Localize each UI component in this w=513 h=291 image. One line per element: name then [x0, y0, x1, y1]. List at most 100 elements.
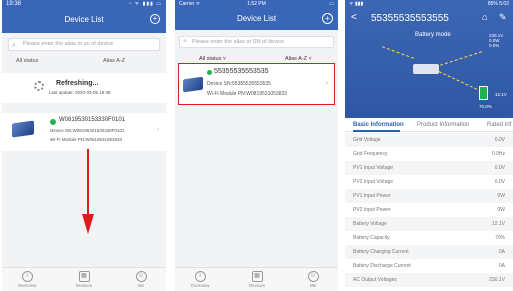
status-filter-dropdown[interactable]: All status ˅	[199, 56, 226, 62]
status-icons: ◔ ᯤ ▮▮▮ ▭	[128, 1, 162, 7]
back-icon[interactable]: <	[351, 12, 357, 23]
info-row: Grid Frequency 0.0Hz	[345, 147, 513, 161]
status-time: 19:38	[6, 1, 22, 7]
inverter-image	[12, 120, 34, 138]
info-label: Battery Charging Current	[353, 249, 409, 255]
tab-devices[interactable]: ▦ Devices	[69, 271, 99, 288]
tab-basic-information[interactable]: Basic Information	[353, 122, 404, 128]
phone-device-detail: ᯤ ▮▮▮ 85% 5:02 < 55355535553555 ⌂ ✎ Batt…	[345, 0, 513, 291]
sort-dropdown[interactable]: Alias A-Z	[103, 58, 125, 64]
tab-overview[interactable]: i Overview	[12, 271, 42, 288]
info-label: PV1 Input Voltage	[353, 165, 394, 171]
search-icon: ⌕	[183, 38, 187, 45]
info-value: 0W	[497, 207, 506, 213]
info-row: Battery Charging Current 0A	[345, 245, 513, 259]
info-value: 0.0V	[494, 137, 505, 143]
search-placeholder: Please enter the alias or SN of device	[192, 39, 285, 45]
status-time: 1:52 PM	[247, 1, 266, 7]
chevron-right-icon: ›	[325, 78, 328, 87]
info-row: PV1 Input Voltage 0.0V	[345, 161, 513, 175]
info-row: PV1 Input Power 0W	[345, 189, 513, 203]
search-icon: ⌕	[12, 42, 16, 49]
info-label: Grid Voltage	[353, 137, 381, 143]
device-pn: Wi-Fi Module PN:W0819531053833	[50, 137, 123, 142]
user-icon: ☺	[307, 271, 319, 282]
add-device-icon[interactable]: +	[150, 14, 160, 24]
inverter-image	[183, 76, 203, 93]
info-tabs: Basic Information Product Information Ra…	[345, 118, 513, 132]
devices-icon: ▦	[78, 271, 90, 282]
info-label: PV2 Input Voltage	[353, 179, 394, 185]
online-status-dot	[50, 119, 56, 125]
bottom-tab-bar: i Overview ▦ Devices ☺ Me	[2, 267, 166, 291]
add-device-icon[interactable]: +	[322, 13, 333, 24]
online-status-dot	[207, 70, 212, 75]
device-list-item-highlighted[interactable]: 55355535553535 Device SN:55355535553535 …	[178, 63, 335, 105]
tab-rated-information[interactable]: Rated Inf	[487, 122, 511, 128]
info-label: AC Output Voltages	[353, 277, 397, 283]
device-sn: Device SN:55355535553535	[207, 81, 271, 87]
info-row: Grid Voltage 0.0V	[345, 133, 513, 147]
overview-icon: i	[194, 271, 206, 282]
sort-dropdown[interactable]: Alias A-Z ˅	[285, 56, 312, 62]
pull-down-arrow-line	[87, 149, 89, 215]
info-row: AC Output Voltages 230.1V	[345, 273, 513, 287]
info-value: 70%	[494, 235, 505, 241]
info-label: PV1 Input Power	[353, 193, 391, 199]
last-update-text: Last update: 2020-03-05 19:38	[49, 90, 111, 95]
info-value: 0.0V	[494, 165, 505, 171]
tab-overview[interactable]: i Overview	[185, 271, 215, 288]
info-label: Battery Capacity	[353, 235, 390, 241]
info-value: 0.0V	[494, 179, 505, 185]
home-icon[interactable]: ⌂	[482, 12, 487, 22]
info-row: PV2 Input Voltage 0.0V	[345, 175, 513, 189]
info-value: 230.1V	[489, 277, 505, 283]
search-input[interactable]: ⌕ Please enter the alias or sn of device	[8, 38, 160, 51]
active-tab-indicator	[353, 130, 400, 132]
tab-me[interactable]: ☺ Me	[126, 271, 156, 288]
info-label: Grid Frequency	[353, 151, 388, 157]
info-value: 12.1V	[491, 221, 505, 227]
device-sn: Device SN:W08195301530330F0101	[50, 128, 125, 133]
inverter-icon	[413, 64, 439, 74]
edit-icon[interactable]: ✎	[499, 12, 507, 23]
screenshot-stage: 19:38 ◔ ᯤ ▮▮▮ ▭ Device List + ⌕ Please e…	[0, 0, 513, 291]
status-filter-dropdown[interactable]: All status	[16, 58, 38, 64]
spinner-icon	[34, 81, 44, 91]
page-title: Device List	[236, 14, 277, 23]
info-value: 0A	[498, 249, 505, 255]
tab-devices[interactable]: ▦ Devices	[242, 271, 272, 288]
arrow-down-icon	[82, 214, 94, 234]
device-name: W0819530153330F0101	[59, 117, 126, 123]
device-hero-panel: ᯤ ▮▮▮ 85% 5:02 < 55355535553555 ⌂ ✎ Batt…	[345, 0, 513, 118]
refresh-banner: Refreshing... Last update: 2020-03-05 19…	[2, 73, 166, 103]
device-name: 55355535553535	[214, 68, 269, 75]
battery-icon	[479, 86, 488, 100]
info-value: 0A	[498, 263, 505, 269]
device-list-item[interactable]: W0819530153330F0101 Device SN:W081953015…	[2, 113, 166, 151]
refresh-title: Refreshing...	[56, 80, 99, 87]
search-input[interactable]: ⌕ Please enter the alias or SN of device	[179, 36, 334, 48]
status-signal: ᯤ ▮▮▮	[349, 1, 364, 7]
info-label: Battery Voltage	[353, 221, 387, 227]
info-row: Battery Voltage 12.1V	[345, 217, 513, 231]
grid-readout: 230.1V 0.0W 0.0%	[489, 33, 503, 48]
flow-line	[438, 71, 478, 90]
devices-icon: ▦	[251, 271, 263, 282]
battery-percent: 70.0%	[479, 104, 492, 109]
chevron-right-icon: ›	[156, 126, 159, 133]
status-battery-time: 85% 5:02	[487, 1, 509, 7]
battery-voltage: 12.1V	[495, 92, 507, 97]
info-row: Battery Capacity 70%	[345, 231, 513, 245]
flow-line	[439, 51, 483, 66]
bottom-tab-bar: i Overview ▦ Devices ☺ Me	[175, 267, 338, 291]
page-title: Device List	[64, 15, 104, 24]
search-placeholder: Please enter the alias or sn of device	[23, 41, 114, 47]
header-bar: 19:38 ◔ ᯤ ▮▮▮ ▭ Device List +	[2, 0, 166, 33]
flow-line	[381, 46, 415, 59]
tab-me[interactable]: ☺ Me	[298, 271, 328, 288]
info-value: 0.0Hz	[491, 151, 505, 157]
user-icon: ☺	[135, 271, 147, 282]
tab-product-information[interactable]: Product Information	[417, 122, 469, 128]
grid-percent: 0.0%	[489, 43, 500, 48]
